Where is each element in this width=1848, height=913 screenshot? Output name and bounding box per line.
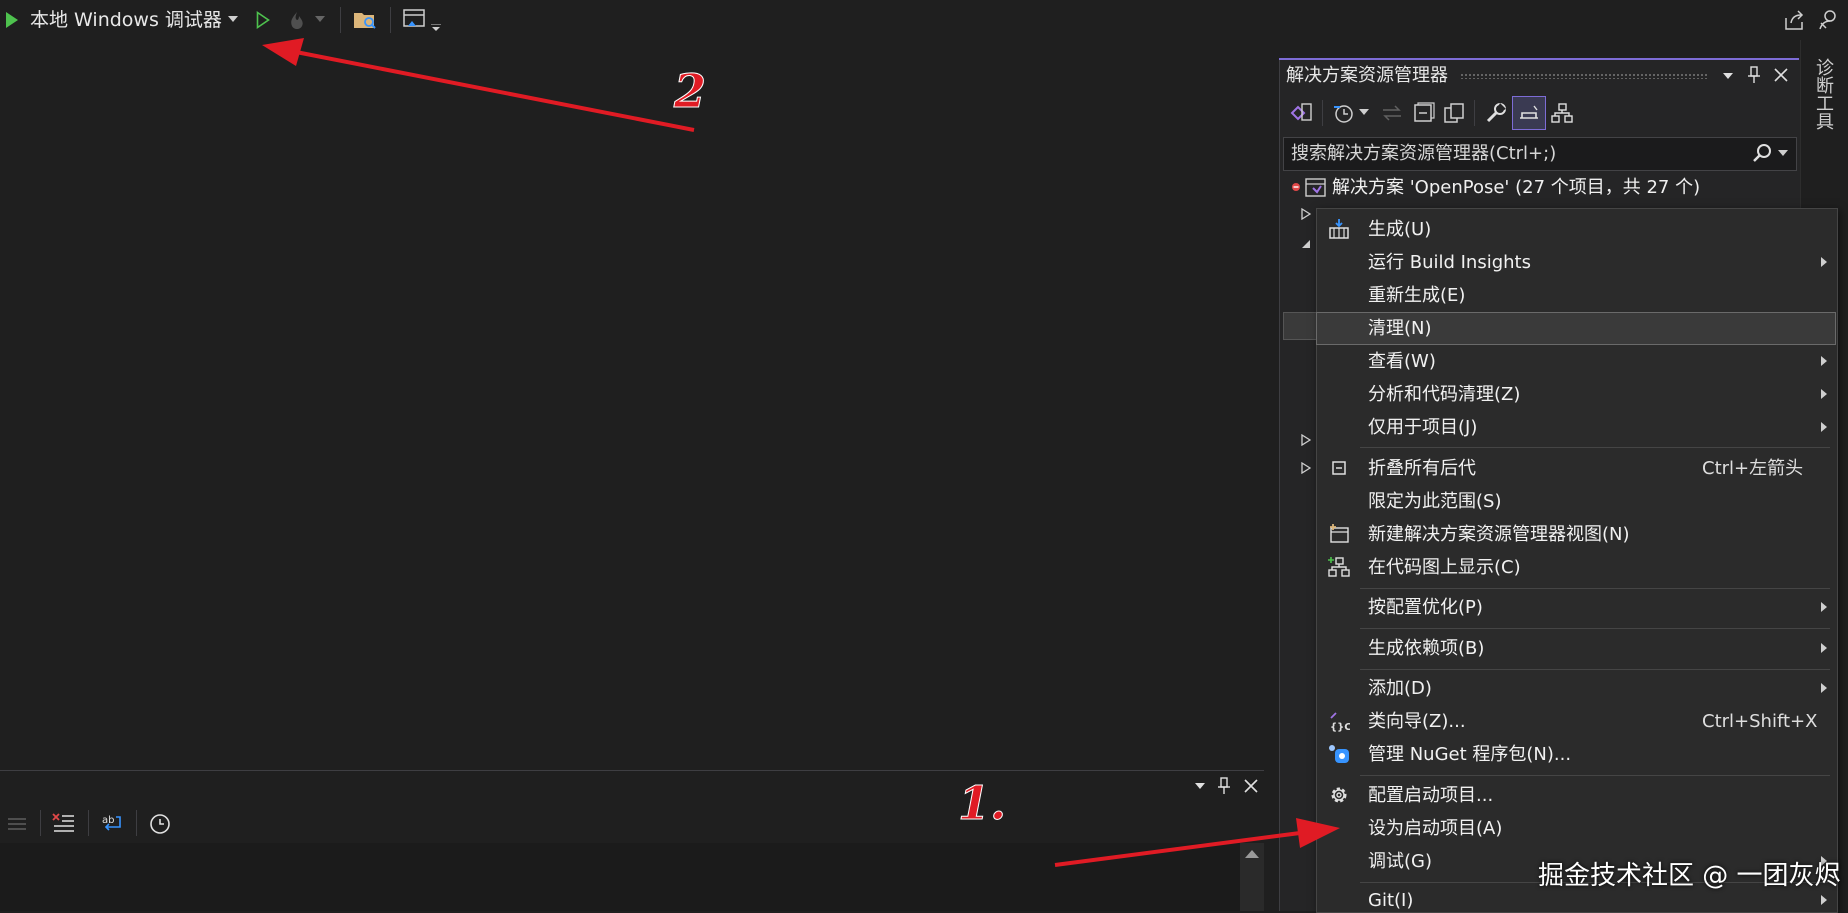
arrow-1-line — [1054, 831, 1301, 867]
arrow-1-head — [1296, 818, 1340, 848]
watermark-text: 掘金技术社区 @ 一团灰烬 — [1538, 861, 1841, 891]
arrow-2-line — [295, 50, 695, 132]
annotation-arrows — [262, 38, 1340, 867]
callout-label-1: 1. — [957, 776, 1007, 831]
arrow-2-head — [262, 38, 304, 66]
callout-label-2: 2 — [673, 64, 707, 119]
